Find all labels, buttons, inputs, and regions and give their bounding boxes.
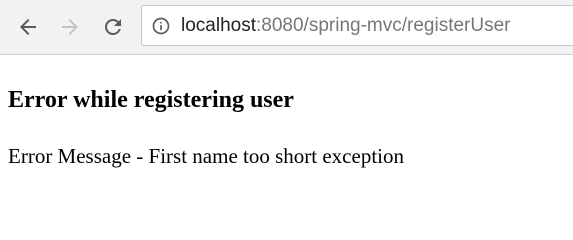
reload-button[interactable]: [100, 14, 126, 40]
browser-toolbar: localhost:8080/spring-mvc/registerUser: [0, 0, 573, 55]
forward-button[interactable]: [57, 14, 83, 40]
page-heading: Error while registering user: [8, 87, 294, 113]
url-text[interactable]: localhost:8080/spring-mvc/registerUser: [181, 15, 510, 37]
url-host: localhost: [181, 15, 256, 36]
reload-icon: [105, 19, 121, 35]
info-circle-icon[interactable]: [151, 16, 171, 36]
error-message: Error Message - First name too short exc…: [8, 144, 404, 168]
back-button[interactable]: [15, 14, 41, 40]
arrow-left-icon: [20, 19, 36, 35]
arrow-right-icon: [62, 19, 78, 35]
address-bar[interactable]: localhost:8080/spring-mvc/registerUser: [141, 5, 573, 46]
url-path: :8080/spring-mvc/registerUser: [256, 15, 511, 36]
